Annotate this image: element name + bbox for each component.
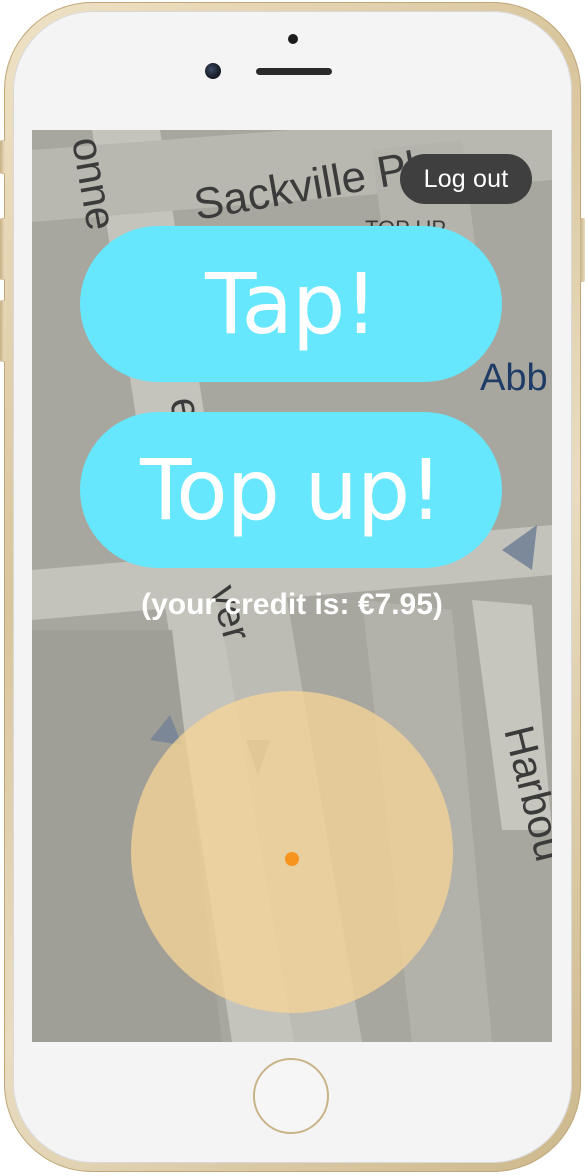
- power-button: [580, 218, 585, 282]
- home-button[interactable]: [253, 1058, 329, 1134]
- earpiece-speaker: [256, 68, 332, 75]
- silent-switch: [0, 140, 5, 174]
- logout-button[interactable]: Log out: [400, 154, 532, 204]
- top-up-button[interactable]: Top up!: [80, 412, 502, 568]
- volume-up-button: [0, 218, 5, 280]
- tap-button[interactable]: Tap!: [80, 226, 502, 382]
- credit-balance-text: (your credit is: €7.95): [141, 588, 443, 621]
- map-label-abb: Abb: [480, 357, 548, 399]
- app-screen: onne Sackville Pl TOP UP Abb e ver Harbo…: [32, 130, 552, 1042]
- user-location-dot-icon: [285, 852, 299, 866]
- volume-down-button: [0, 300, 5, 362]
- front-camera-icon: [205, 63, 221, 79]
- proximity-sensor: [288, 34, 298, 44]
